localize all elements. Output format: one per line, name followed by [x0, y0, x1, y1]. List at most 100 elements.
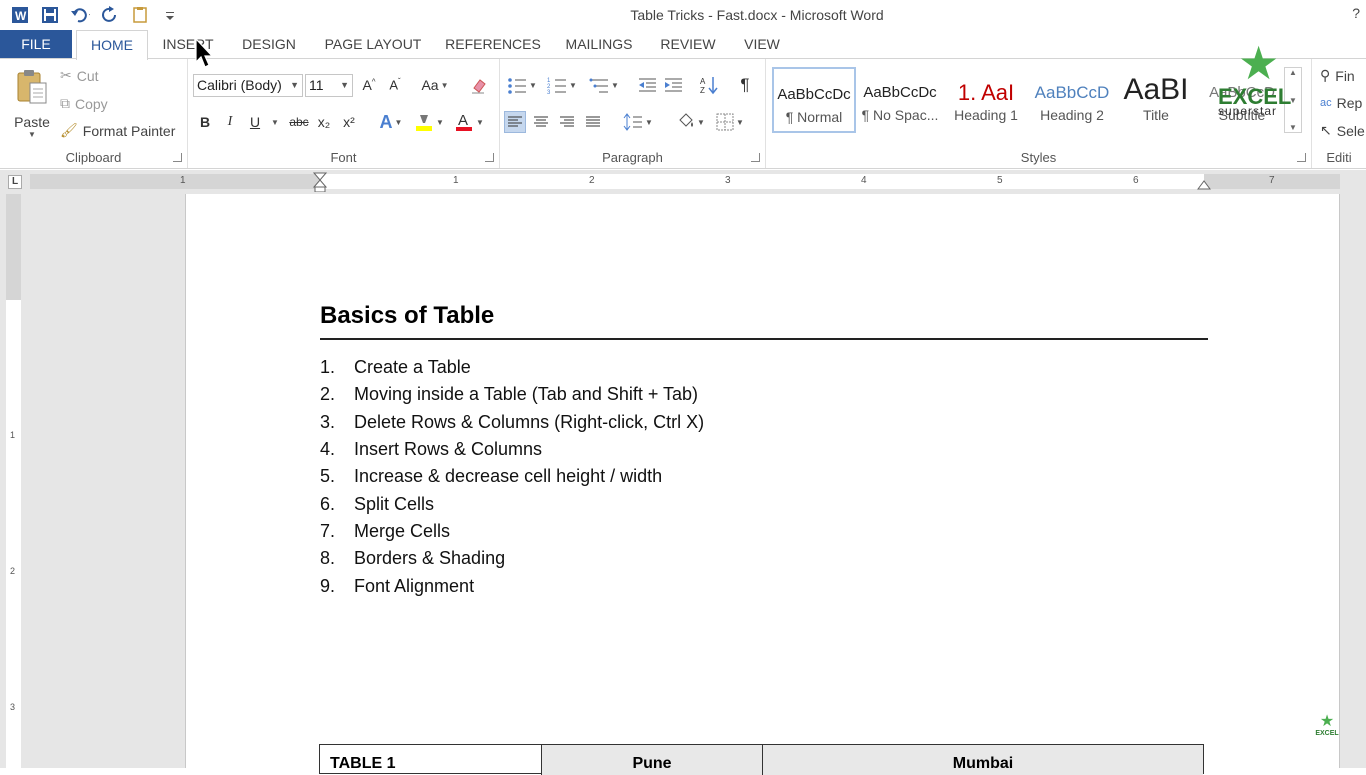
chevron-down-icon: ▼ — [440, 80, 449, 90]
table-header-cell[interactable]: Pune — [542, 745, 763, 775]
tab-references[interactable]: REFERENCES — [440, 30, 546, 59]
style-title[interactable]: AaBI Title — [1114, 67, 1198, 133]
excel-superstar-watermark: ★ EXCEL superstar — [1212, 40, 1312, 120]
line-spacing-icon — [623, 113, 643, 131]
bold-button[interactable]: B — [194, 111, 216, 133]
list-item-text: Increase & decrease cell height / width — [354, 466, 663, 487]
tab-file[interactable]: FILE — [0, 30, 72, 59]
shading-button[interactable]: ▼ — [672, 111, 708, 133]
cut-button[interactable]: ✂ Cut — [60, 67, 99, 84]
clear-formatting-button[interactable] — [468, 74, 490, 96]
multilevel-list-button[interactable]: ▼ — [586, 74, 622, 96]
bullets-button[interactable]: ▼ — [504, 74, 540, 96]
strikethrough-button[interactable]: abc — [286, 111, 312, 133]
list-item[interactable]: 7. Merge Cells — [320, 518, 704, 545]
format-painter-button[interactable]: 🖌 Format Painter — [60, 122, 175, 139]
paragraph-group-label: Paragraph — [602, 150, 663, 165]
style-heading-1[interactable]: 1. AaI Heading 1 — [944, 67, 1028, 133]
style-no-spacing[interactable]: AaBbCcDc ¶ No Spac... — [858, 67, 942, 133]
replace-button[interactable]: ac Rep — [1320, 95, 1362, 111]
tab-selector[interactable]: L — [8, 175, 22, 189]
table-header-cell[interactable]: Mumbai — [763, 745, 1203, 775]
font-color-button[interactable]: A ▼ — [452, 111, 486, 133]
watermark-brand-small: EXCEL — [1315, 730, 1339, 737]
tab-mailings[interactable]: MAILINGS — [556, 30, 642, 59]
shrink-font-button[interactable]: Aˇ — [384, 74, 406, 96]
paste-button[interactable]: Paste ▼ — [10, 67, 54, 143]
ruler-number: 1 — [453, 175, 459, 186]
sort-button[interactable]: AZ — [698, 74, 720, 96]
document-table[interactable]: TABLE 1 Pune Mumbai — [319, 744, 1204, 775]
document-heading[interactable]: Basics of Table — [320, 302, 1208, 340]
table-header-cell[interactable]: TABLE 1 — [320, 745, 542, 775]
align-left-button[interactable] — [504, 111, 526, 133]
copy-button[interactable]: ⧉ Copy — [60, 95, 108, 112]
bullets-icon — [508, 78, 527, 94]
vertical-ruler[interactable]: 1 2 3 — [6, 194, 21, 768]
sort-icon: AZ — [700, 77, 718, 95]
ruler-number: 1 — [180, 175, 186, 186]
clipboard-launcher-icon[interactable] — [173, 153, 182, 162]
list-item-text: Create a Table — [354, 357, 471, 378]
show-formatting-button[interactable]: ¶ — [734, 74, 756, 96]
justify-button[interactable] — [582, 111, 604, 133]
indent-marker-icon[interactable] — [313, 172, 327, 192]
change-case-button[interactable]: Aa ▼ — [418, 74, 452, 96]
scissors-icon: ✂ — [60, 67, 72, 83]
align-right-button[interactable] — [556, 111, 578, 133]
borders-button[interactable]: ▼ — [712, 111, 748, 133]
tab-view[interactable]: VIEW — [734, 30, 790, 59]
font-size-combo[interactable]: 11 ▼ — [305, 74, 353, 97]
text-effects-button[interactable]: A ▼ — [374, 111, 408, 133]
right-indent-marker-icon[interactable] — [1197, 178, 1211, 190]
horizontal-ruler[interactable]: 1 1 2 3 4 5 6 7 — [30, 172, 1340, 192]
list-item[interactable]: 5. Increase & decrease cell height / widt… — [320, 463, 704, 490]
font-group-label: Font — [330, 150, 357, 165]
style-name: ¶ Normal — [785, 109, 843, 125]
underline-button[interactable]: U — [244, 111, 266, 133]
list-item[interactable]: 2. Moving inside a Table (Tab and Shift +… — [320, 381, 704, 408]
shrink-font-icon: Aˇ — [389, 77, 401, 93]
list-item[interactable]: 8. Borders & Shading — [320, 545, 704, 572]
numbering-button[interactable]: 1 2 3 ▼ — [544, 74, 580, 96]
tab-page-layout[interactable]: PAGE LAYOUT — [316, 30, 430, 59]
clipboard-group: Paste ▼ ✂ Cut ⧉ Copy 🖌 Format Painter Cl… — [0, 59, 188, 168]
tab-design[interactable]: DESIGN — [232, 30, 306, 59]
chevron-down-icon: ▼ — [529, 80, 537, 90]
styles-launcher-icon[interactable] — [1297, 153, 1306, 162]
more-styles-icon[interactable]: ▼ — [1289, 123, 1297, 132]
list-item-text: Split Cells — [354, 493, 435, 514]
binoculars-icon: ⚲ — [1320, 67, 1331, 83]
format-painter-label: Format Painter — [82, 122, 176, 139]
italic-button[interactable]: I — [219, 111, 241, 133]
list-item[interactable]: 6. Split Cells — [320, 490, 704, 517]
style-normal[interactable]: AaBbCcDc ¶ Normal — [772, 67, 856, 133]
find-button[interactable]: ⚲ Fin — [1320, 67, 1355, 84]
paragraph-launcher-icon[interactable] — [751, 153, 760, 162]
list-item[interactable]: 3. Delete Rows & Columns (Right-click, Ct… — [320, 409, 704, 436]
select-button[interactable]: ↖ Sele — [1320, 122, 1365, 139]
tab-review[interactable]: REVIEW — [654, 30, 722, 59]
highlight-button[interactable]: ▼ — [412, 111, 446, 133]
underline-dropdown-icon[interactable]: ▼ — [264, 111, 286, 133]
list-item-text: Merge Cells — [354, 520, 451, 541]
font-name-combo[interactable]: Calibri (Body) ▼ — [193, 74, 303, 97]
increase-indent-button[interactable] — [662, 74, 684, 96]
subscript-button[interactable]: x₂ — [313, 111, 335, 133]
help-button[interactable]: ? — [1352, 5, 1360, 21]
superscript-button[interactable]: x² — [338, 111, 360, 133]
star-icon: ★ — [1319, 713, 1335, 730]
tab-home[interactable]: HOME — [76, 30, 148, 60]
list-item[interactable]: 4. Insert Rows & Columns — [320, 436, 704, 463]
paste-dropdown-icon[interactable]: ▼ — [10, 130, 54, 139]
justify-icon — [586, 116, 600, 127]
font-launcher-icon[interactable] — [485, 153, 494, 162]
grow-font-button[interactable]: A^ — [358, 74, 380, 96]
line-spacing-button[interactable]: ▼ — [620, 111, 656, 133]
style-heading-2[interactable]: AaBbCcD Heading 2 — [1030, 67, 1114, 133]
list-item[interactable]: 1. Create a Table — [320, 354, 704, 381]
list-item[interactable]: 9. Font Alignment — [320, 572, 704, 599]
align-center-button[interactable] — [530, 111, 552, 133]
decrease-indent-button[interactable] — [636, 74, 658, 96]
highlighter-icon — [416, 115, 433, 131]
